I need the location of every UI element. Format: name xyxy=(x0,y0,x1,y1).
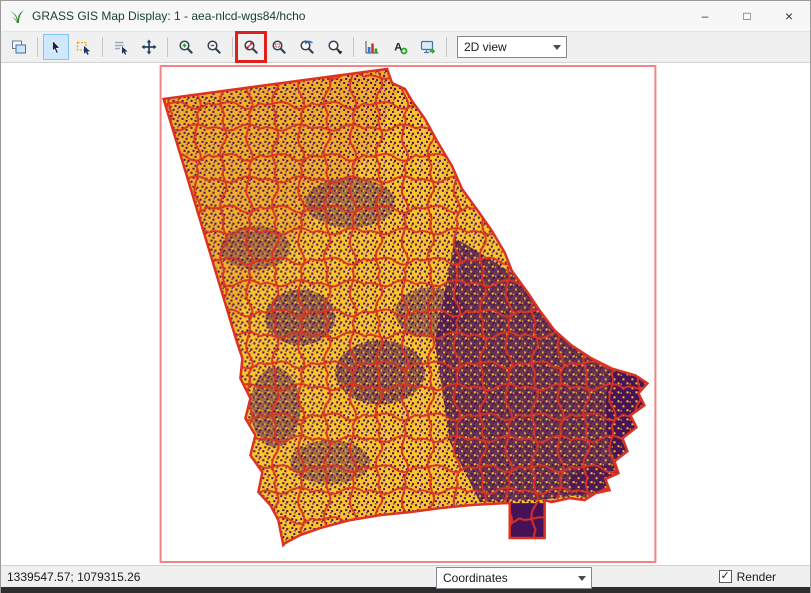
toolbar-separator xyxy=(167,37,168,57)
statusbar: 1339547.57; 1079315.26 Coordinates ✓ Ren… xyxy=(1,565,810,587)
coordinates-readout: 1339547.57; 1079315.26 xyxy=(7,570,140,584)
zoom-options-button[interactable] xyxy=(322,34,348,60)
chevron-down-icon xyxy=(578,576,586,585)
query-icon xyxy=(113,39,129,55)
zoom-out-button[interactable] xyxy=(201,34,227,60)
grass-logo-icon xyxy=(8,7,26,25)
zoom-to-extent-button[interactable] xyxy=(238,34,264,60)
toolbar-separator xyxy=(102,37,103,57)
toolbar-separator xyxy=(37,37,38,57)
map-canvas[interactable] xyxy=(1,63,810,565)
close-button[interactable]: × xyxy=(768,1,810,31)
previous-zoom-icon xyxy=(299,39,315,55)
query-button[interactable] xyxy=(108,34,134,60)
add-map-elements-button[interactable]: A xyxy=(387,34,413,60)
view-mode-value: 2D view xyxy=(464,40,507,54)
zoom-to-extent-icon xyxy=(243,39,259,55)
zoom-in-button[interactable] xyxy=(173,34,199,60)
save-display-button[interactable] xyxy=(415,34,441,60)
minimize-button[interactable]: – xyxy=(684,1,726,31)
map-render-area xyxy=(1,63,810,565)
checkbox-check-icon: ✓ xyxy=(719,570,732,583)
zoom-options-icon xyxy=(327,39,343,55)
zoom-out-icon xyxy=(206,39,222,55)
window-controls: – □ × xyxy=(684,1,810,31)
select-features-button[interactable] xyxy=(71,34,97,60)
map-display-toolbar: A 2D view xyxy=(1,31,810,63)
save-display-icon xyxy=(420,39,436,55)
toolbar-separator xyxy=(446,37,447,57)
render-checkbox-label: Render xyxy=(737,570,776,584)
window-title: GRASS GIS Map Display: 1 - aea-nlcd-wgs8… xyxy=(32,9,305,23)
pan-icon xyxy=(141,39,157,55)
add-map-elements-icon: A xyxy=(392,39,408,55)
grass-map-display-window: GRASS GIS Map Display: 1 - aea-nlcd-wgs8… xyxy=(0,0,811,593)
render-checkbox[interactable]: ✓ Render xyxy=(719,570,776,584)
zoom-to-region-button[interactable] xyxy=(266,34,292,60)
analyze-map-icon xyxy=(364,39,380,55)
select-features-icon xyxy=(76,39,92,55)
window-bottom-edge xyxy=(1,587,810,593)
pointer-button[interactable] xyxy=(43,34,69,60)
toolbar-separator xyxy=(232,37,233,57)
zoom-to-region-icon xyxy=(271,39,287,55)
statusbar-mode-value: Coordinates xyxy=(443,571,508,585)
titlebar[interactable]: GRASS GIS Map Display: 1 - aea-nlcd-wgs8… xyxy=(1,1,810,31)
previous-zoom-button[interactable] xyxy=(294,34,320,60)
pointer-icon xyxy=(48,39,64,55)
display-map-button[interactable] xyxy=(6,34,32,60)
display-map-icon xyxy=(11,39,27,55)
pan-button[interactable] xyxy=(136,34,162,60)
analyze-map-button[interactable] xyxy=(359,34,385,60)
zoom-in-icon xyxy=(178,39,194,55)
view-mode-select[interactable]: 2D view xyxy=(457,36,567,58)
chevron-down-icon xyxy=(553,45,561,54)
toolbar-separator xyxy=(353,37,354,57)
statusbar-mode-select[interactable]: Coordinates xyxy=(436,567,592,589)
maximize-button[interactable]: □ xyxy=(726,1,768,31)
